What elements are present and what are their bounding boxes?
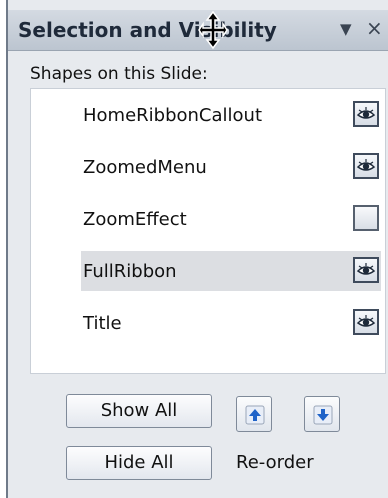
selection-pane: Selection and Visibility ▼ × Shapes on t… bbox=[6, 0, 388, 498]
move-up-button[interactable] bbox=[236, 396, 272, 432]
show-all-button[interactable]: Show All bbox=[66, 394, 212, 428]
reorder-label: Re-order bbox=[236, 452, 314, 473]
visibility-toggle[interactable] bbox=[353, 101, 379, 127]
shape-name: HomeRibbonCallout bbox=[83, 105, 263, 126]
arrow-up-icon bbox=[245, 405, 265, 425]
move-down-button[interactable] bbox=[304, 396, 340, 432]
hide-all-button[interactable]: Hide All bbox=[66, 446, 212, 480]
pane-title: Selection and Visibility bbox=[18, 18, 277, 42]
shapes-heading: Shapes on this Slide: bbox=[30, 64, 208, 84]
dropdown-icon[interactable]: ▼ bbox=[340, 20, 352, 38]
visibility-toggle[interactable] bbox=[353, 153, 379, 179]
shape-name: FullRibbon bbox=[83, 261, 177, 282]
close-icon[interactable]: × bbox=[366, 16, 383, 40]
eye-icon bbox=[356, 159, 376, 171]
shape-row[interactable]: Title bbox=[81, 303, 381, 343]
shape-name: ZoomEffect bbox=[83, 209, 187, 230]
visibility-toggle[interactable] bbox=[353, 309, 379, 335]
visibility-toggle[interactable] bbox=[353, 257, 379, 283]
move-cursor-icon bbox=[198, 10, 228, 50]
shape-name: ZoomedMenu bbox=[83, 157, 207, 178]
shape-row[interactable]: FullRibbon bbox=[81, 251, 381, 291]
shapes-list: HomeRibbonCallout ZoomedMenu ZoomEffect Ful… bbox=[30, 88, 386, 374]
shape-row[interactable]: HomeRibbonCallout bbox=[81, 95, 381, 135]
shape-name: Title bbox=[83, 313, 122, 334]
arrow-down-icon bbox=[313, 405, 333, 425]
shape-row[interactable]: ZoomedMenu bbox=[81, 147, 381, 187]
eye-icon bbox=[356, 315, 376, 327]
eye-icon bbox=[356, 107, 376, 119]
eye-icon bbox=[356, 263, 376, 275]
shape-row[interactable]: ZoomEffect bbox=[81, 199, 381, 239]
visibility-toggle[interactable] bbox=[353, 205, 379, 231]
